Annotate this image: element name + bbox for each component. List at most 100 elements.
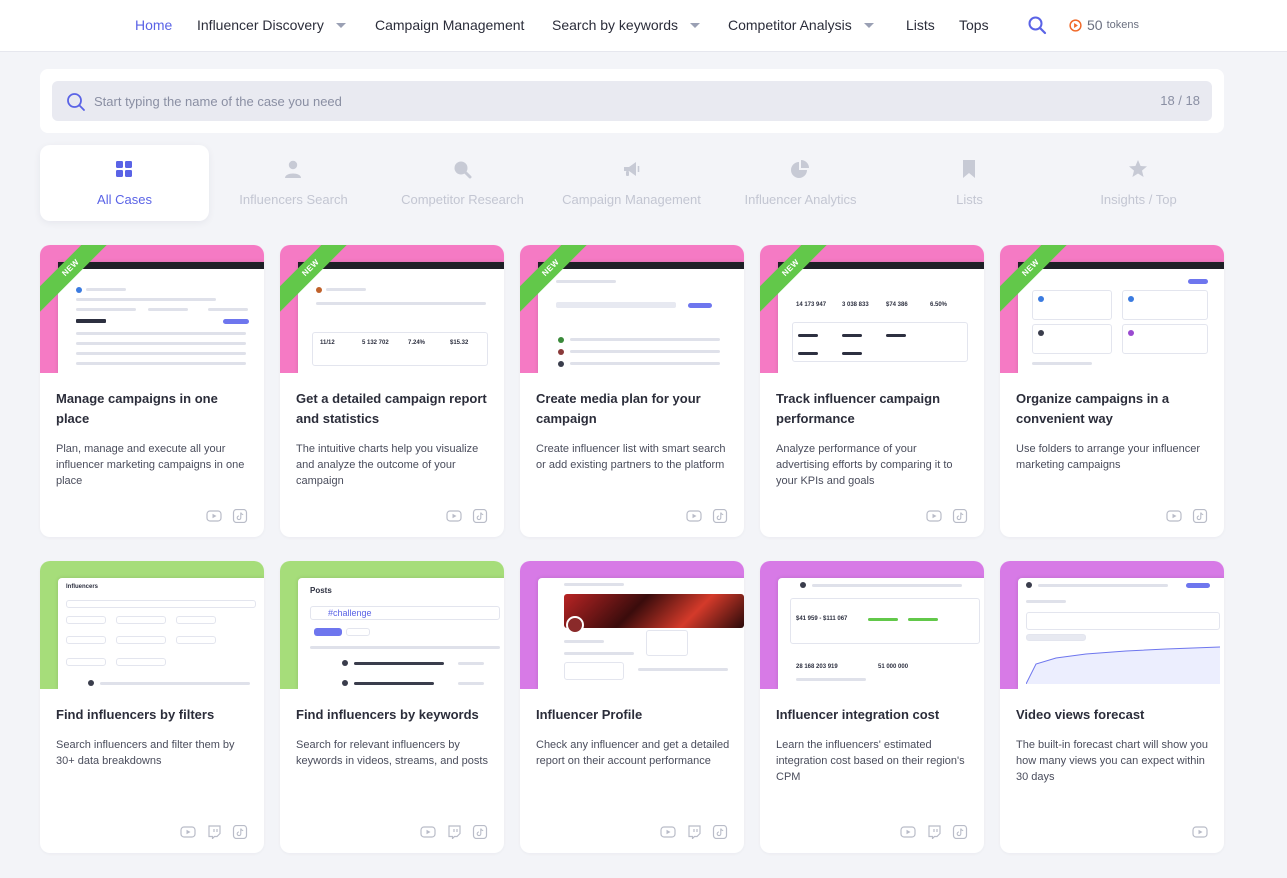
nav-tops-label: Tops (959, 17, 989, 33)
mockup-screenshot: Influencers (58, 578, 264, 689)
forecast-chart (1026, 646, 1220, 684)
forecast-value: 51 000 000 (878, 664, 909, 670)
tab-influencer-analytics-label: Influencer Analytics (744, 192, 857, 207)
card-thumbnail: 14 173 947 3 038 833 $74 386 6.50% NEW (760, 245, 984, 373)
star-icon (1129, 160, 1147, 177)
top-navigation: Home Influencer Discovery Campaign Manag… (0, 0, 1287, 52)
case-card[interactable]: Influencers Find influencers by filters … (40, 561, 264, 853)
mockup-screenshot: 11/12 5 132 702 7.24% $15.32 (298, 262, 504, 373)
case-card[interactable]: Influencer Profile Check any influencer … (520, 561, 744, 853)
kpi-value: $15.32 (450, 340, 469, 346)
card-description: The built-in forecast chart will show yo… (1016, 739, 1208, 783)
tab-all-cases-label: All Cases (97, 192, 152, 207)
card-title: Track influencer campaign performance (776, 391, 941, 426)
case-search-count: 18 / 18 (1160, 93, 1200, 108)
megaphone-icon (624, 162, 640, 176)
tab-influencers-search[interactable]: Influencers Search (209, 145, 378, 221)
tab-campaign-management-label: Campaign Management (562, 192, 701, 207)
mockup-screenshot (1018, 578, 1224, 689)
platform-icons (926, 509, 968, 523)
nav-search-by-keywords[interactable]: Search by keywords (552, 17, 701, 33)
card-description: Learn the influencers' estimated integra… (776, 739, 965, 783)
card-thumbnail: Influencers (40, 561, 264, 689)
card-description: Use folders to arrange your influencer m… (1016, 443, 1201, 471)
kpi-value: 11/12 (320, 340, 335, 346)
mock-query: #challenge (328, 608, 372, 618)
case-card[interactable]: Video views forecast The built-in foreca… (1000, 561, 1224, 853)
tab-competitor-research[interactable]: Competitor Research (378, 145, 547, 221)
case-card[interactable]: Posts #challenge Find influencers by key… (280, 561, 504, 853)
tab-all-cases[interactable]: All Cases (40, 145, 209, 221)
track-value: 3 038 833 (842, 302, 869, 308)
card-description: Create influencer list with smart search… (536, 443, 726, 471)
case-card[interactable]: NEW Organize campaigns in a convenient w… (1000, 245, 1224, 537)
nav-tops[interactable]: Tops (959, 17, 989, 33)
card-title: Video views forecast (1016, 707, 1145, 722)
tiktok-icon (712, 509, 728, 523)
tiktok-icon (1192, 509, 1208, 523)
nav-influencer-discovery[interactable]: Influencer Discovery (197, 17, 346, 33)
nav-lists-label: Lists (906, 17, 935, 33)
case-card[interactable]: NEW Create media plan for your campaign … (520, 245, 744, 537)
tiktok-icon (232, 825, 248, 839)
chevron-down-icon (863, 22, 874, 28)
tab-influencer-analytics[interactable]: Influencer Analytics (716, 145, 885, 221)
card-thumbnail: NEW (520, 245, 744, 373)
case-card[interactable]: $41 959 - $111 067 28 168 203 919 51 000… (760, 561, 984, 853)
nav-lists[interactable]: Lists (906, 17, 935, 33)
track-value: 14 173 947 (796, 302, 827, 308)
nav-search-by-keywords-label: Search by keywords (552, 17, 679, 33)
tab-lists[interactable]: Lists (885, 145, 1054, 221)
card-title: Organize campaigns in a convenient way (1016, 391, 1170, 426)
youtube-icon (1166, 509, 1182, 523)
mockup-screenshot: Posts #challenge (298, 578, 504, 689)
mock-heading: Influencers (66, 584, 99, 590)
tab-lists-label: Lists (956, 192, 983, 207)
youtube-icon (1192, 825, 1208, 839)
tiktok-icon (712, 825, 728, 839)
tab-competitor-research-label: Competitor Research (401, 192, 524, 207)
card-thumbnail (520, 561, 744, 689)
card-thumbnail: $41 959 - $111 067 28 168 203 919 51 000… (760, 561, 984, 689)
tiktok-icon (952, 509, 968, 523)
case-card[interactable]: 14 173 947 3 038 833 $74 386 6.50% NEW T… (760, 245, 984, 537)
search-icon[interactable] (1027, 15, 1047, 35)
platform-icons (1192, 825, 1208, 839)
case-search-input[interactable] (94, 81, 1094, 121)
youtube-icon (926, 509, 942, 523)
tokens-balance[interactable]: 50 tokens (1069, 17, 1139, 33)
twitch-icon (926, 825, 942, 839)
mockup-screenshot: 14 173 947 3 038 833 $74 386 6.50% (778, 262, 984, 373)
platform-icons (180, 825, 248, 839)
nav-home[interactable]: Home (135, 17, 172, 33)
case-search-panel: 18 / 18 (40, 69, 1224, 133)
nav-campaign-management[interactable]: Campaign Management (375, 17, 524, 33)
tab-insights-top[interactable]: Insights / Top (1054, 145, 1223, 221)
twitch-icon (446, 825, 462, 839)
case-card[interactable]: 11/12 5 132 702 7.24% $15.32 NEW Get a d… (280, 245, 504, 537)
track-value: 6.50% (930, 302, 948, 308)
pie-chart-icon (791, 160, 809, 178)
track-value: $74 386 (886, 302, 908, 308)
tiktok-icon (472, 825, 488, 839)
case-card[interactable]: NEW Manage campaigns in one place Plan, … (40, 245, 264, 537)
card-thumbnail: NEW (40, 245, 264, 373)
card-description: Plan, manage and execute all your influe… (56, 443, 245, 487)
card-thumbnail (1000, 561, 1224, 689)
twitch-icon (206, 825, 222, 839)
tab-campaign-management[interactable]: Campaign Management (547, 145, 716, 221)
youtube-icon (446, 509, 462, 523)
card-title: Find influencers by filters (56, 707, 215, 722)
tab-influencers-search-label: Influencers Search (239, 192, 348, 207)
chevron-down-icon (335, 22, 346, 28)
mockup-screenshot (538, 578, 744, 689)
cost-range: $41 959 - $111 067 (796, 616, 848, 622)
platform-icons (686, 509, 728, 523)
card-description: Search for relevant influencers by keywo… (296, 739, 488, 767)
card-description: Search influencers and filter them by 30… (56, 739, 235, 767)
tab-insights-top-label: Insights / Top (1100, 192, 1177, 207)
nav-competitor-analysis[interactable]: Competitor Analysis (728, 17, 874, 33)
user-icon (285, 160, 301, 178)
card-thumbnail: NEW (1000, 245, 1224, 373)
platform-icons (660, 825, 728, 839)
